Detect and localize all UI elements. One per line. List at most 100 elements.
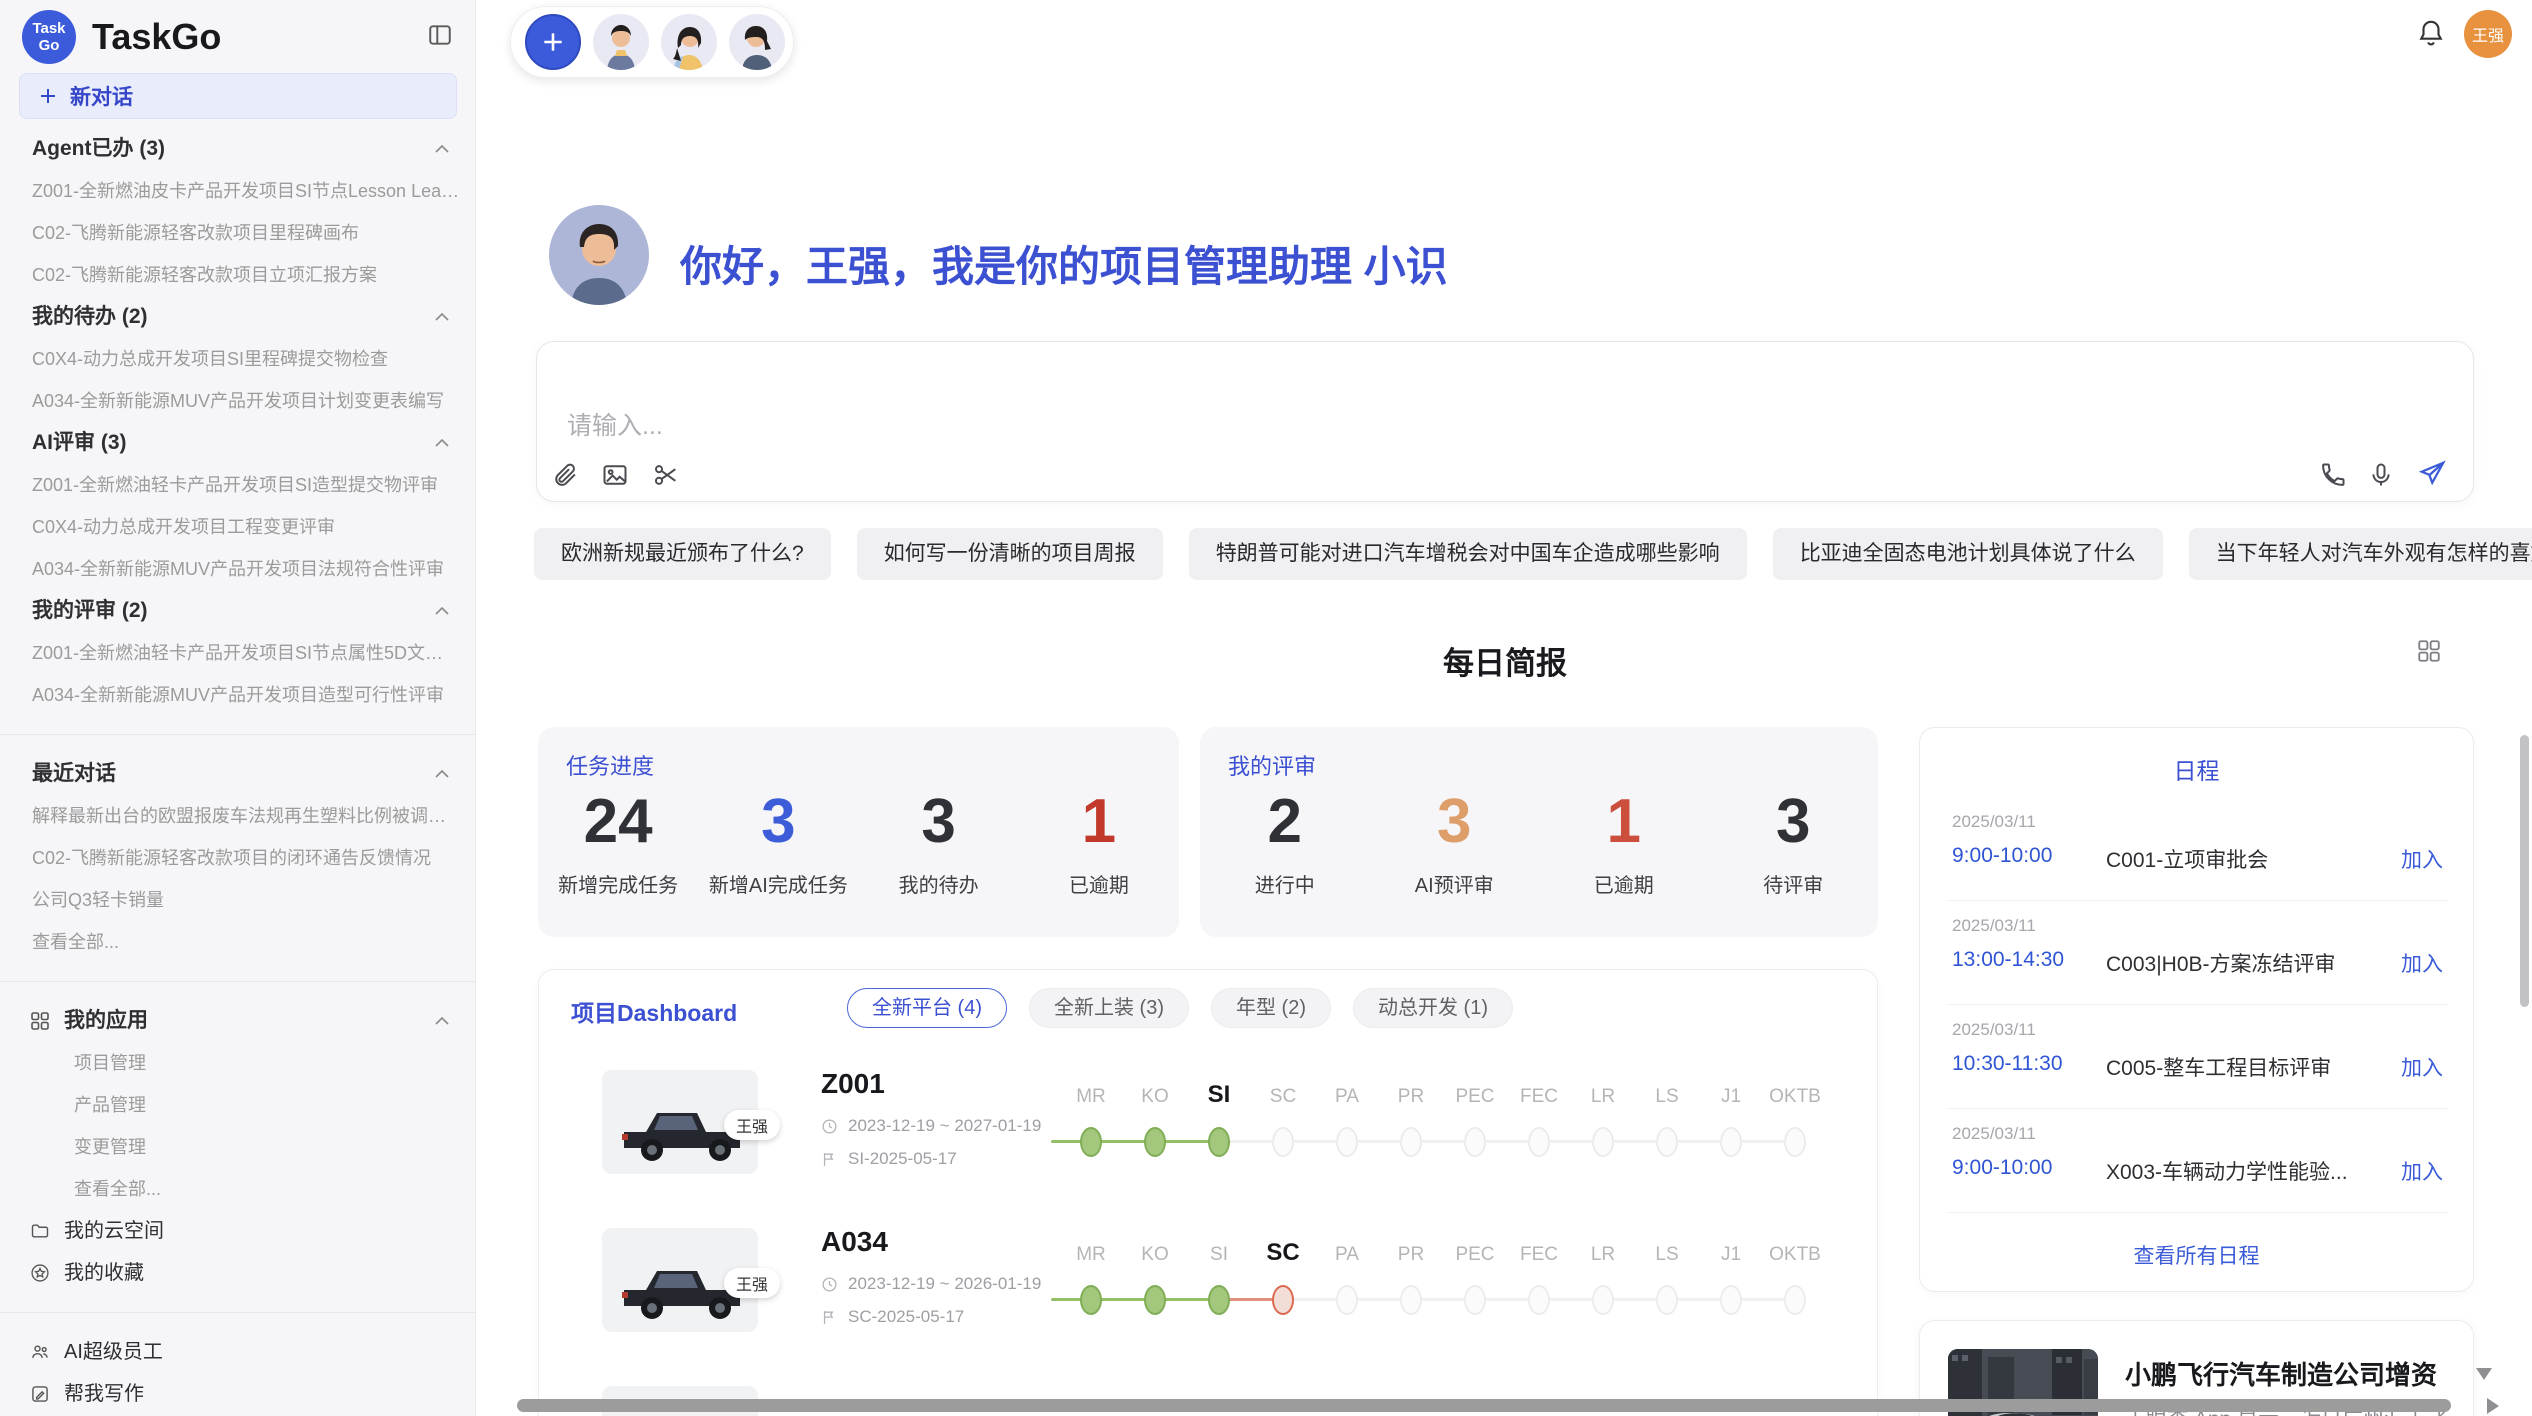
grid-icon (30, 1011, 50, 1031)
suggestion-chip[interactable]: 特朗普可能对进口汽车增税会对中国车企造成哪些影响 (1189, 528, 1747, 580)
sidebar-collapse-icon[interactable] (427, 22, 453, 48)
dashboard-title: 项目Dashboard (571, 994, 737, 1028)
chevron-up-icon (434, 312, 450, 322)
project-dates: 2023-12-19 ~ 2027-01-19 (821, 1116, 1041, 1136)
contact-avatar-1[interactable] (593, 14, 649, 70)
sidebar-item[interactable]: Z001-全新燃油轻卡产品开发项目SI造型提交物评审 (0, 464, 476, 506)
new-chat-button[interactable]: 新对话 (19, 73, 457, 119)
sidebar-item[interactable]: A034-全新新能源MUV产品开发项目计划变更表编写 (0, 380, 476, 422)
project-owner-badge: 王强 (724, 1268, 780, 1298)
sidebar-item-cloud-space[interactable]: 我的云空间 (0, 1210, 476, 1252)
plus-icon (38, 86, 58, 106)
project-name: Z001 (821, 1068, 885, 1100)
sidebar-item-ai-staff[interactable]: AI超级员工 (0, 1331, 476, 1373)
user-avatar[interactable]: 王强 (2464, 10, 2512, 58)
tab-powertrain[interactable]: 动总开发 (1) (1353, 988, 1513, 1028)
chevron-up-icon (434, 769, 450, 779)
suggestion-chip[interactable]: 欧洲新规最近颁布了什么? (534, 528, 831, 580)
stat-new-done: 24 新增完成任务 (538, 789, 698, 898)
section-my-review[interactable]: 我的评审 (2) (0, 590, 476, 632)
add-contact-button[interactable] (525, 14, 581, 70)
tab-new-platform[interactable]: 全新平台 (4) (847, 988, 1007, 1028)
scroll-down-arrow[interactable] (2476, 1368, 2492, 1380)
stat-ai-prereview: 3 AI预评审 (1370, 789, 1540, 898)
join-link[interactable]: 加入 (2401, 948, 2443, 978)
section-my-apps[interactable]: 我的应用 (0, 1000, 476, 1042)
chevron-up-icon (434, 1016, 450, 1026)
sidebar-item[interactable]: A034-全新新能源MUV产品开发项目造型可行性评审 (0, 674, 476, 716)
sidebar-item[interactable]: 公司Q3轻卡销量 (0, 879, 476, 921)
join-link[interactable]: 加入 (2401, 1052, 2443, 1082)
stat-in-progress: 2 进行中 (1200, 789, 1370, 898)
current-milestone-label: SC (1251, 1239, 1315, 1267)
sidebar-item[interactable]: C0X4-动力总成开发项目SI里程碑提交物检查 (0, 338, 476, 380)
project-dashboard-card: 项目Dashboard 全新平台 (4) 全新上装 (3) 年型 (2) 动总开… (538, 969, 1878, 1416)
section-ai-review[interactable]: AI评审 (3) (0, 422, 476, 464)
notification-bell-icon[interactable] (2416, 18, 2446, 48)
vertical-scrollbar[interactable] (2520, 735, 2529, 1007)
news-title: 小鹏飞行汽车制造公司增资 (2125, 1355, 2437, 1392)
sidebar-item[interactable]: Z001-全新燃油轻卡产品开发项目SI节点属性5D文件评审 (0, 632, 476, 674)
sidebar-item[interactable]: C02-飞腾新能源轻客改款项目里程碑画布 (0, 212, 476, 254)
event-name: C005-整车工程目标评审 (2106, 1052, 2331, 1082)
sidebar-item[interactable]: C02-飞腾新能源轻客改款项目的闭环通告反馈情况 (0, 837, 476, 879)
divider (0, 734, 476, 735)
join-link[interactable]: 加入 (2401, 844, 2443, 874)
project-name: A034 (821, 1226, 888, 1258)
scissors-icon[interactable] (652, 461, 680, 489)
sidebar-item-view-all[interactable]: 查看全部... (0, 921, 476, 963)
layout-grid-icon[interactable] (2416, 638, 2442, 664)
plus-icon (540, 29, 566, 55)
suggestion-chip[interactable]: 比亚迪全固态电池计划具体说了什么 (1773, 528, 2163, 580)
suggestion-chip[interactable]: 当下年轻人对汽车外观有怎样的喜好趋势 (2189, 528, 2532, 580)
section-recent-chats[interactable]: 最近对话 (0, 753, 476, 795)
section-agent-done[interactable]: Agent已办 (3) (0, 128, 476, 170)
sidebar-app-view-all[interactable]: 查看全部... (0, 1168, 476, 1210)
clock-icon (821, 1276, 838, 1293)
view-all-schedule-link[interactable]: 查看所有日程 (1920, 1240, 2473, 1270)
flag-icon (821, 1309, 838, 1326)
sidebar-item[interactable]: C0X4-动力总成开发项目工程变更评审 (0, 506, 476, 548)
scroll-right-arrow[interactable] (2487, 1398, 2499, 1414)
event-time: 10:30-11:30 (1952, 1052, 2063, 1076)
task-progress-card: 任务进度 24 新增完成任务 3 新增AI完成任务 3 我的待办 1 已逾期 (538, 727, 1179, 937)
sidebar-item-help-write[interactable]: 帮我写作 (0, 1373, 476, 1415)
image-icon[interactable] (601, 461, 629, 489)
users-icon (30, 1342, 50, 1362)
contact-avatar-3[interactable] (729, 14, 785, 70)
sidebar-item[interactable]: Z001-全新燃油皮卡产品开发项目SI节点Lesson Learn报告 (0, 170, 476, 212)
event-time: 13:00-14:30 (1952, 948, 2064, 972)
event-time: 9:00-10:00 (1952, 1156, 2052, 1180)
attach-icon[interactable] (551, 461, 579, 489)
horizontal-scrollbar[interactable] (517, 1399, 2451, 1412)
schedule-title: 日程 (1920, 752, 2473, 786)
edit-icon (30, 1384, 50, 1404)
sidebar-item[interactable]: C02-飞腾新能源轻客改款项目立项汇报方案 (0, 254, 476, 296)
chevron-up-icon (434, 438, 450, 448)
tab-new-body[interactable]: 全新上装 (3) (1029, 988, 1189, 1028)
milestone-timeline: MR KO SI SC PA PR PEC FEC LR LS J1 OKTB (1059, 1070, 1827, 1180)
greeting-text: 你好，王强，我是你的项目管理助理 小识 (680, 233, 1448, 294)
section-my-todo[interactable]: 我的待办 (2) (0, 296, 476, 338)
event-date: 2025/03/11 (1952, 916, 2036, 936)
suggestion-chip[interactable]: 如何写一份清晰的项目周报 (857, 528, 1163, 580)
my-review-card: 我的评审 2 进行中 3 AI预评审 1 已逾期 3 待评审 (1200, 727, 1878, 937)
chat-input[interactable]: 请输入... (536, 341, 2474, 502)
project-dates: 2023-12-19 ~ 2026-01-19 (821, 1274, 1041, 1294)
join-link[interactable]: 加入 (2401, 1156, 2443, 1186)
sidebar-item[interactable]: 解释最新出台的欧盟报废车法规再生塑料比例被调至15%... (0, 795, 476, 837)
card-title: 我的评审 (1228, 749, 1316, 781)
dashboard-tabs: 全新平台 (4) 全新上装 (3) 年型 (2) 动总开发 (1) (847, 988, 1513, 1028)
contact-avatar-2[interactable] (661, 14, 717, 70)
sidebar-app-item[interactable]: 变更管理 (0, 1126, 476, 1168)
phone-icon[interactable] (2319, 461, 2347, 489)
sidebar-item-favorites[interactable]: 我的收藏 (0, 1252, 476, 1294)
mic-icon[interactable] (2367, 461, 2395, 489)
sidebar: Task Go TaskGo 新对话 Agent已办 (3) Z001-全新燃油… (0, 0, 476, 1416)
tab-year-model[interactable]: 年型 (2) (1211, 988, 1331, 1028)
sidebar-app-item[interactable]: 项目管理 (0, 1042, 476, 1084)
sidebar-item[interactable]: A034-全新新能源MUV产品开发项目法规符合性评审 (0, 548, 476, 590)
chevron-up-icon (434, 606, 450, 616)
sidebar-app-item[interactable]: 产品管理 (0, 1084, 476, 1126)
send-icon[interactable] (2417, 459, 2447, 489)
